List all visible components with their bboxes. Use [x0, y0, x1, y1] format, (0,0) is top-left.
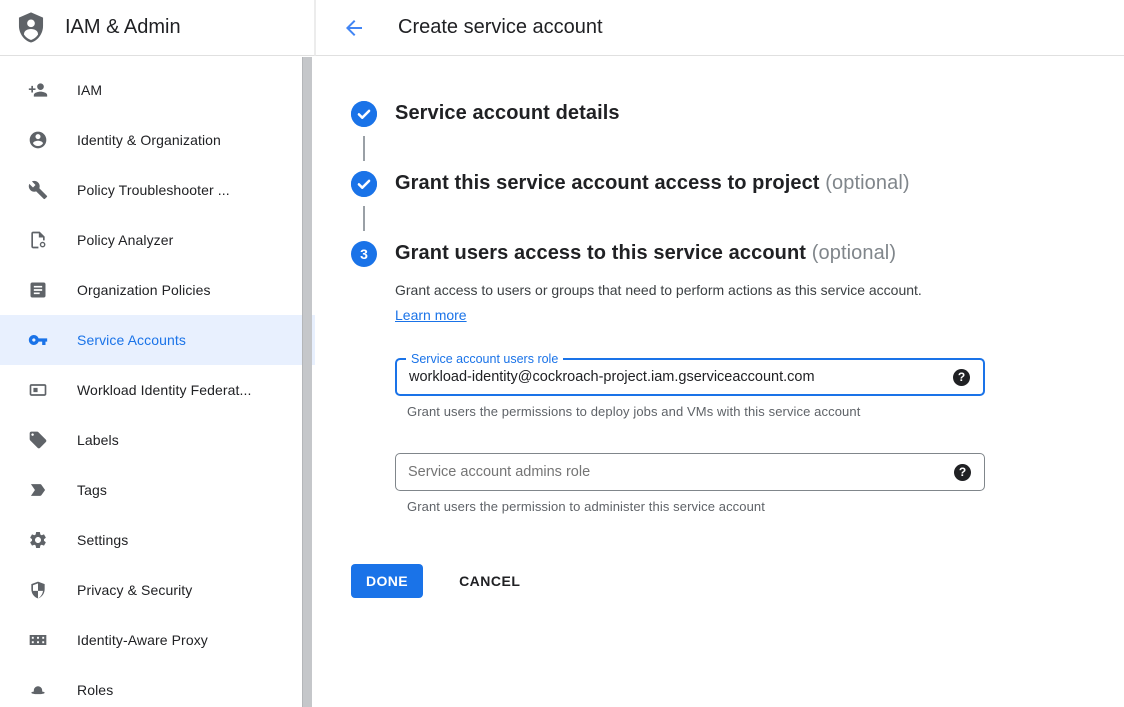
users-role-label: Service account users role — [406, 351, 563, 367]
sidebar: IAM & Admin IAM Identity & Organization … — [0, 0, 315, 707]
sidebar-scrollbar-thumb[interactable] — [302, 57, 312, 707]
sidebar-item-settings[interactable]: Settings — [0, 515, 315, 565]
sidebar-item-label: Workload Identity Federat... — [77, 382, 252, 398]
sidebar-nav: IAM Identity & Organization Policy Troub… — [0, 56, 315, 707]
admins-role-field-block: ? Grant users the permission to administ… — [395, 453, 1124, 514]
app-title: IAM & Admin — [65, 16, 181, 39]
learn-more-link[interactable]: Learn more — [395, 307, 467, 323]
step-3-description-text: Grant access to users or groups that nee… — [395, 282, 922, 298]
users-role-field-block: Service account users role ? Grant users… — [395, 358, 1124, 419]
arrow-tag-icon — [28, 480, 48, 500]
users-role-helper-text: Grant users the permissions to deploy jo… — [407, 404, 1124, 419]
step-3-title-text: Grant users access to this service accou… — [395, 242, 806, 264]
step-2-title-text: Grant this service account access to pro… — [395, 172, 820, 194]
sidebar-item-label: Organization Policies — [77, 282, 211, 298]
users-role-input[interactable] — [397, 369, 953, 385]
done-button[interactable]: DONE — [351, 564, 423, 598]
step-3-number: 3 — [360, 246, 368, 262]
admins-role-field: ? — [395, 453, 985, 491]
actions-row: DONE CANCEL — [351, 564, 1124, 598]
step-2-title: Grant this service account access to pro… — [395, 167, 910, 200]
sidebar-item-label: Policy Troubleshooter ... — [77, 182, 230, 198]
main-panel: Create service account Service account d… — [315, 0, 1124, 707]
check-circle-icon — [351, 171, 377, 197]
key-icon — [28, 330, 48, 350]
step-connector — [363, 136, 365, 161]
document-lines-icon — [28, 280, 48, 300]
sidebar-item-workload-identity-federation[interactable]: Workload Identity Federat... — [0, 365, 315, 415]
sidebar-item-service-accounts[interactable]: Service Accounts — [0, 315, 315, 365]
sidebar-item-iam[interactable]: IAM — [0, 65, 315, 115]
wrench-icon — [28, 180, 48, 200]
sidebar-item-labels[interactable]: Labels — [0, 415, 315, 465]
step-2-optional-label: (optional) — [825, 172, 909, 194]
sidebar-item-label: Identity & Organization — [77, 132, 221, 148]
sidebar-item-policy-troubleshooter[interactable]: Policy Troubleshooter ... — [0, 165, 315, 215]
sidebar-item-label: Roles — [77, 682, 113, 698]
step-1-title: Service account details — [395, 97, 620, 130]
sidebar-item-label: Settings — [77, 532, 128, 548]
wizard-content: Service account details Grant this servi… — [315, 56, 1124, 598]
iam-shield-logo-icon — [14, 11, 48, 45]
app-window: IAM & Admin IAM Identity & Organization … — [0, 0, 1124, 707]
main-header: Create service account — [315, 0, 1124, 56]
step-1-row: Service account details — [351, 97, 1124, 130]
hat-icon — [28, 680, 48, 700]
back-button[interactable] — [342, 16, 366, 40]
sidebar-item-label: Labels — [77, 432, 119, 448]
person-add-icon — [28, 80, 48, 100]
step-3-optional-label: (optional) — [812, 242, 896, 264]
document-gear-icon — [28, 230, 48, 250]
sidebar-item-policy-analyzer[interactable]: Policy Analyzer — [0, 215, 315, 265]
sidebar-item-label: Privacy & Security — [77, 582, 192, 598]
sidebar-item-label: Service Accounts — [77, 332, 186, 348]
step-3-title: Grant users access to this service accou… — [395, 237, 896, 270]
step-2-row: Grant this service account access to pro… — [351, 167, 1124, 200]
cancel-button[interactable]: CANCEL — [459, 573, 520, 589]
sidebar-item-identity-aware-proxy[interactable]: Identity-Aware Proxy — [0, 615, 315, 665]
sidebar-item-label: Policy Analyzer — [77, 232, 173, 248]
tag-icon — [28, 430, 48, 450]
sidebar-item-roles[interactable]: Roles — [0, 665, 315, 707]
step-3-description: Grant access to users or groups that nee… — [395, 278, 957, 328]
check-circle-icon — [351, 101, 377, 127]
sidebar-item-label: Identity-Aware Proxy — [77, 632, 208, 648]
admins-role-input[interactable] — [396, 464, 954, 480]
account-circle-icon — [28, 130, 48, 150]
admins-role-helper-text: Grant users the permission to administer… — [407, 499, 1124, 514]
sidebar-scrollbar-track — [301, 57, 313, 707]
sidebar-item-tags[interactable]: Tags — [0, 465, 315, 515]
badge-icon — [28, 380, 48, 400]
sidebar-item-label: IAM — [77, 82, 102, 98]
sidebar-item-organization-policies[interactable]: Organization Policies — [0, 265, 315, 315]
help-icon[interactable]: ? — [954, 464, 971, 481]
help-icon[interactable]: ? — [953, 369, 970, 386]
step-connector — [363, 206, 365, 231]
arrow-back-icon — [342, 16, 366, 40]
shield-icon — [28, 580, 48, 600]
step-3-row: 3 Grant users access to this service acc… — [351, 237, 1124, 270]
page-title: Create service account — [398, 16, 603, 39]
sidebar-item-privacy-security[interactable]: Privacy & Security — [0, 565, 315, 615]
gear-icon — [28, 530, 48, 550]
sidebar-item-identity-organization[interactable]: Identity & Organization — [0, 115, 315, 165]
proxy-icon — [28, 630, 48, 650]
sidebar-item-label: Tags — [77, 482, 107, 498]
step-3-number-badge: 3 — [351, 241, 377, 267]
users-role-field: Service account users role ? — [395, 358, 985, 396]
sidebar-header: IAM & Admin — [0, 0, 315, 56]
